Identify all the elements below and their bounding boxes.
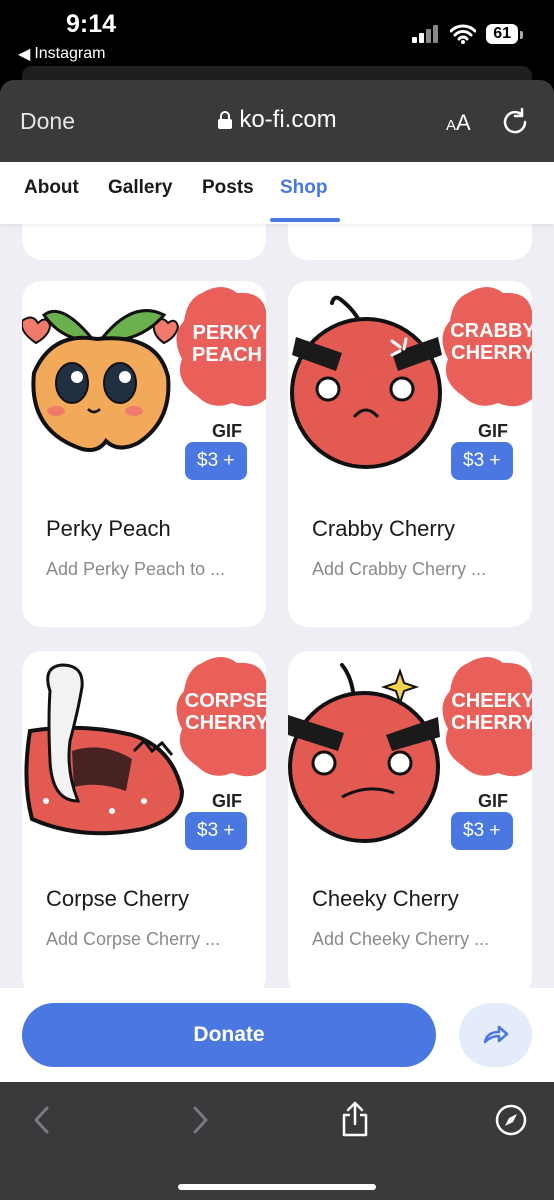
cellular-signal-icon [412,25,439,43]
art-title-line-2: PEACH [192,344,262,366]
product-card-partial[interactable] [22,224,266,260]
price-badge: $3 + [451,812,513,850]
wifi-icon [450,24,477,44]
status-icons: 61 [412,24,523,44]
art-title-line-1: CORPSE [185,690,266,712]
share-icon[interactable] [340,1100,370,1138]
text-size-small-a: A [446,117,457,134]
status-bar: 9:14 ◀ Instagram 61 [0,0,554,70]
product-title: Crabby Cherry [312,516,456,541]
product-card-perky-peach[interactable]: PERKY PEACH GIF $3 + Perky Peach Add Per… [22,281,266,627]
art-title-line-1: CRABBY [450,320,532,342]
compass-icon[interactable] [495,1104,527,1136]
action-bar: Donate [0,988,554,1082]
active-tab-indicator [270,218,340,222]
reload-icon[interactable] [500,106,530,136]
product-description: Add Perky Peach to ... [46,559,226,579]
product-description: Add Corpse Cherry ... [46,929,221,949]
art-title-line-1: PERKY [193,322,263,344]
product-card-cheeky-cherry[interactable]: CHEEKY CHERRY GIF $3 + Cheeky Cherry Add… [288,651,532,994]
back-chevron-icon[interactable] [30,1104,54,1136]
battery-indicator: 61 [486,24,523,44]
product-card-partial[interactable] [288,224,532,260]
shop-content[interactable]: PERKY PEACH GIF $3 + Perky Peach Add Per… [0,224,554,994]
text-size-large-a: A [456,110,471,135]
share-page-button[interactable] [459,1003,532,1067]
art-tag: GIF [478,791,508,811]
forward-chevron-icon[interactable] [188,1104,212,1136]
product-title: Corpse Cherry [46,886,190,911]
lock-icon [218,111,233,129]
art-title-line-2: CHERRY [451,712,532,734]
art-title-line-2: CHERRY [451,342,532,364]
product-title: Cheeky Cherry [312,886,459,911]
product-description: Add Crabby Cherry ... [312,559,487,579]
product-card-crabby-cherry[interactable]: CRABBY CHERRY GIF $3 + Crabby Cherry Add… [288,281,532,627]
text-size-button[interactable]: AA [446,110,471,136]
shop-tab-bar: About Gallery Posts Shop [0,162,554,224]
url-text: ko-fi.com [239,106,337,133]
price-badge: $3 + [451,442,513,480]
back-triangle-icon: ◀ [18,46,31,63]
browser-header: Done ko-fi.com AA [0,80,554,162]
back-to-app[interactable]: ◀ Instagram [18,44,105,64]
product-card-corpse-cherry[interactable]: CORPSE CHERRY GIF $3 + Corpse Cherry Add… [22,651,266,994]
price-badge: $3 + [185,442,247,480]
art-title-line-2: CHERRY [185,712,266,734]
back-app-label: Instagram [34,45,106,62]
art-tag: GIF [478,421,508,441]
tab-posts[interactable]: Posts [202,177,254,199]
tab-shop[interactable]: Shop [280,177,328,199]
tab-gallery[interactable]: Gallery [108,177,172,199]
product-description: Add Cheeky Cherry ... [312,929,490,949]
home-indicator [178,1184,376,1190]
art-tag: GIF [212,421,242,441]
product-title: Perky Peach [46,516,171,541]
share-arrow-icon [483,1025,508,1044]
browser-toolbar [0,1082,554,1200]
status-time: 9:14 [66,10,117,38]
tab-about[interactable]: About [24,177,79,199]
donate-button[interactable]: Donate [22,1003,436,1067]
price-badge: $3 + [185,812,247,850]
art-title-line-1: CHEEKY [451,690,532,712]
art-tag: GIF [212,791,242,811]
